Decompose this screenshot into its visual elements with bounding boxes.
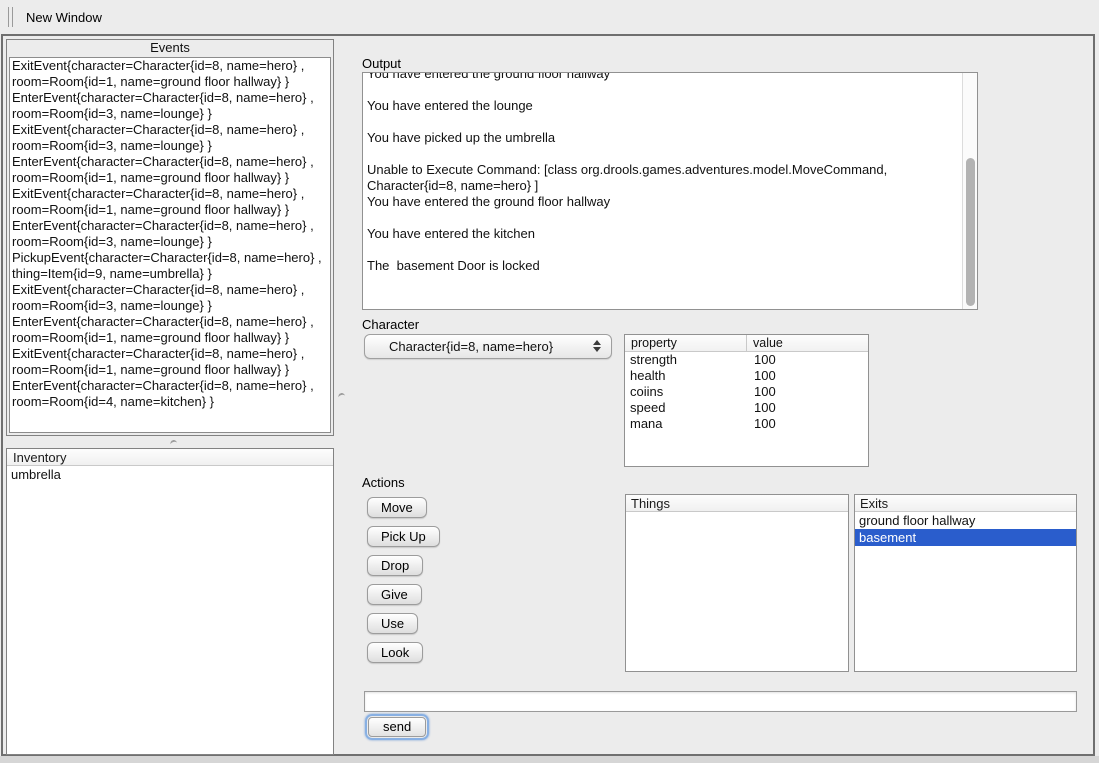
exits-item[interactable]: ground floor hallway [855,512,1076,529]
split-handle-icon[interactable] [337,392,345,399]
use-button[interactable]: Use [367,613,418,634]
property-name-cell: strength [625,352,747,368]
event-list-item[interactable]: ExitEvent{character=Character{id=8, name… [12,282,328,314]
scrollbar-thumb[interactable] [966,158,975,306]
events-panel-title: Events [7,40,333,56]
toolbar: New Window [0,0,1099,34]
character-select-value: Character{id=8, name=hero} [389,339,553,354]
send-button[interactable]: send [368,717,426,737]
things-header: Things [626,495,848,512]
exits-header: Exits [855,495,1076,512]
property-value-cell: 100 [747,416,868,432]
output-text: You have entered the ground floor hallwa… [367,72,957,274]
character-select[interactable]: Character{id=8, name=hero} [364,334,612,359]
new-window-menu-item[interactable]: New Window [26,10,102,25]
inventory-panel: Inventory umbrella [6,448,334,755]
inventory-item[interactable]: umbrella [7,466,333,483]
event-list-item[interactable]: EnterEvent{character=Character{id=8, nam… [12,378,328,410]
property-value-cell: 100 [747,368,868,384]
right-pane: Output You have entered the ground floor… [347,36,1093,758]
property-table-body[interactable]: strength100health100coiins100speed100man… [625,352,868,432]
window-bottom-edge [0,756,1099,763]
event-list-item[interactable]: EnterEvent{character=Character{id=8, nam… [12,154,328,186]
event-list-item[interactable]: EnterEvent{character=Character{id=8, nam… [12,218,328,250]
inventory-header: Inventory [7,449,333,466]
output-label: Output [362,56,401,71]
property-name-cell: mana [625,416,747,432]
send-button-focus-ring: send [365,714,429,740]
exits-item[interactable]: basement [855,529,1076,546]
output-textarea[interactable]: You have entered the ground floor hallwa… [362,72,978,310]
exits-list[interactable]: ground floor hallwaybasement [855,512,1076,546]
events-panel: Events ExitEvent{character=Character{id=… [6,39,334,436]
event-list-item[interactable]: ExitEvent{character=Character{id=8, name… [12,122,328,154]
split-handle-icon[interactable] [169,439,177,446]
property-value-cell: 100 [747,384,868,400]
main-frame: Events ExitEvent{character=Character{id=… [1,34,1095,756]
exits-panel: Exits ground floor hallwaybasement [854,494,1077,672]
drop-button[interactable]: Drop [367,555,423,576]
property-name-cell: speed [625,400,747,416]
event-list-item[interactable]: EnterEvent{character=Character{id=8, nam… [12,90,328,122]
property-column-header: property [625,335,747,351]
move-button[interactable]: Move [367,497,427,518]
event-list-item[interactable]: ExitEvent{character=Character{id=8, name… [12,346,328,378]
toolbar-grip-icon[interactable] [8,7,13,27]
combobox-arrows-icon [593,340,601,352]
things-panel: Things [625,494,849,672]
event-list-item[interactable]: PickupEvent{character=Character{id=8, na… [12,250,328,282]
command-input[interactable] [364,691,1077,712]
property-table-row[interactable]: coiins100 [625,384,868,400]
vertical-split-divider[interactable] [335,36,347,758]
event-list-item[interactable]: ExitEvent{character=Character{id=8, name… [12,186,328,218]
property-name-cell: coiins [625,384,747,400]
output-scrollbar[interactable] [962,73,977,309]
inventory-list[interactable]: umbrella [7,466,333,483]
property-value-cell: 100 [747,400,868,416]
property-table-header: property value [625,335,868,352]
property-table-row[interactable]: health100 [625,368,868,384]
event-list-item[interactable]: ExitEvent{character=Character{id=8, name… [12,58,328,90]
property-table-row[interactable]: speed100 [625,400,868,416]
property-table-row[interactable]: strength100 [625,352,868,368]
horizontal-split-divider[interactable] [6,436,334,448]
look-button[interactable]: Look [367,642,423,663]
property-table-row[interactable]: mana100 [625,416,868,432]
character-property-table: property value strength100health100coiin… [624,334,869,467]
property-value-cell: 100 [747,352,868,368]
actions-buttons: Move Pick Up Drop Give Use Look [367,497,440,663]
value-column-header: value [747,335,868,351]
give-button[interactable]: Give [367,584,422,605]
pick-up-button[interactable]: Pick Up [367,526,440,547]
app-window: New Window Events ExitEvent{character=Ch… [0,0,1099,763]
event-list-item[interactable]: EnterEvent{character=Character{id=8, nam… [12,314,328,346]
property-name-cell: health [625,368,747,384]
actions-label: Actions [362,475,405,490]
events-list[interactable]: ExitEvent{character=Character{id=8, name… [9,57,331,433]
character-label: Character [362,317,419,332]
